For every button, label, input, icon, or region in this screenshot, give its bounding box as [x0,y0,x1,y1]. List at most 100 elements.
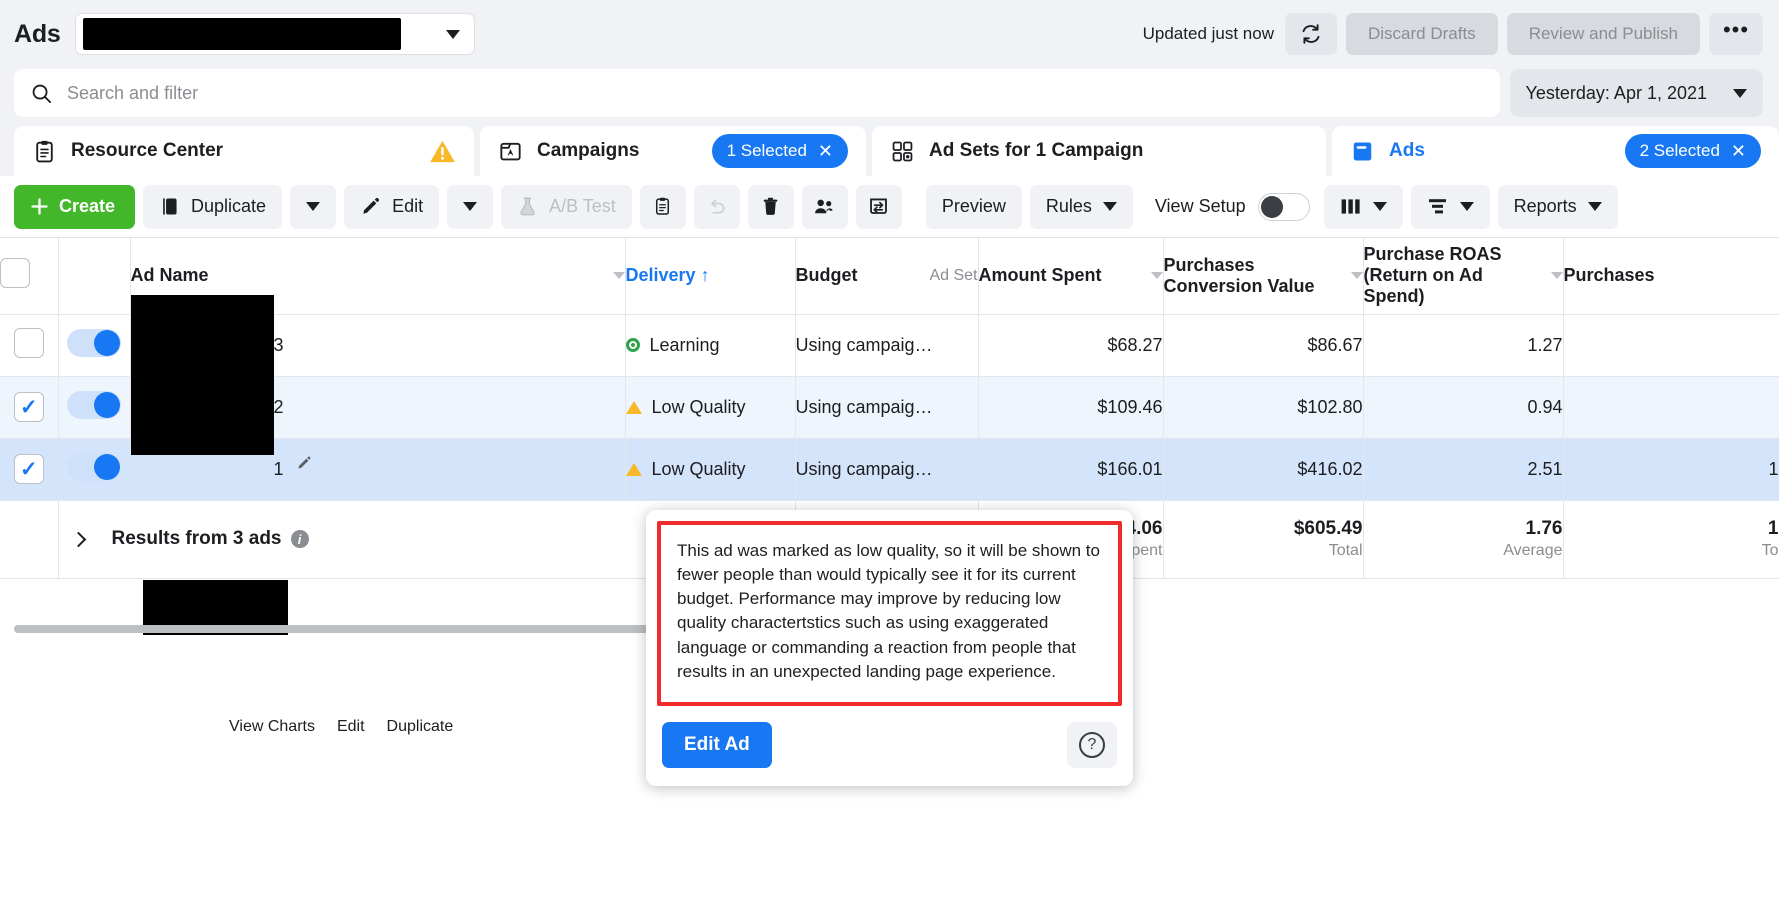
results-summary-label: Results from 3 ads [112,528,282,550]
edit-dropdown-button[interactable] [447,185,493,229]
delivery-cell: Low Quality [625,376,795,438]
col-header-amount-spent[interactable]: Amount Spent [978,238,1163,314]
totals-purchases-conversion-value-cell: $605.49 Total [1163,500,1363,578]
trash-icon [760,196,781,217]
ads-selected-badge[interactable]: 2 Selected ✕ [1625,134,1761,168]
date-range-value: Yesterday: Apr 1, 2021 [1526,83,1707,104]
delivery-cell: Learning [625,314,795,376]
preview-button[interactable]: Preview [926,185,1022,229]
pencil-icon[interactable] [296,455,312,471]
row-checkbox[interactable] [14,328,44,358]
chevron-down-icon[interactable] [1351,272,1363,279]
view-charts-link[interactable]: View Charts [229,718,315,736]
budget-value: Using campaig… [796,397,933,417]
audience-export-button[interactable] [802,185,848,229]
copy-icon [159,196,180,217]
table-row[interactable]: 3 Learning Using campaig… $68.27 $86.67 … [0,314,1779,376]
status-toggle-header [58,238,130,314]
duplicate-button[interactable]: Duplicate [143,185,282,229]
duplicate-dropdown-button[interactable] [290,185,336,229]
totals-select-cell [0,500,58,578]
clipboard-button[interactable] [640,185,686,229]
row-select-cell[interactable]: ✓ [0,376,58,438]
ad-name-cell[interactable]: 3 [130,314,625,376]
review-and-publish-button[interactable]: Review and Publish [1507,13,1700,55]
col-header-budget[interactable]: Budget Ad Set [795,238,978,314]
tab-ad-sets[interactable]: Ad Sets for 1 Campaign [872,126,1326,176]
amount-spent-cell: $68.27 [978,314,1163,376]
ad-name-cell[interactable]: 1 [130,438,625,500]
rules-button[interactable]: Rules [1030,185,1133,229]
create-button[interactable]: Create [14,185,135,229]
chevron-down-icon[interactable] [1151,272,1163,279]
ad-status-toggle[interactable] [67,453,121,481]
edit-link[interactable]: Edit [337,718,365,736]
row-checkbox[interactable]: ✓ [14,392,44,422]
budget-value: Using campaig… [796,459,933,479]
chevron-down-icon [1588,202,1602,211]
amount-spent-cell: $109.46 [978,376,1163,438]
tab-campaigns[interactable]: Campaigns 1 Selected ✕ [480,126,866,176]
chevron-right-icon[interactable] [70,531,86,547]
purchases-cell [1563,376,1779,438]
col-header-purchase-roas[interactable]: Purchase ROAS (Return on Ad Spend) [1363,238,1563,314]
ab-test-label: A/B Test [549,196,616,217]
totals-roas-sub: Average [1503,542,1562,560]
info-icon[interactable]: i [291,530,309,548]
delete-button[interactable] [748,185,794,229]
export-button[interactable] [856,185,902,229]
more-options-button[interactable]: ••• [1709,13,1763,55]
search-input[interactable]: Search and filter [14,69,1500,117]
reports-button[interactable]: Reports [1498,185,1618,229]
duplicate-label: Duplicate [191,196,266,217]
totals-roas-value: 1.76 [1526,518,1563,540]
horizontal-scrollbar[interactable] [14,625,654,633]
reports-label: Reports [1514,196,1577,217]
ad-name-cell[interactable]: 2 [130,376,625,438]
columns-button[interactable] [1324,185,1403,229]
ad-status-toggle[interactable] [67,391,121,419]
date-range-picker[interactable]: Yesterday: Apr 1, 2021 [1510,69,1763,117]
discard-drafts-button[interactable]: Discard Drafts [1346,13,1498,55]
edit-ad-button[interactable]: Edit Ad [662,722,772,768]
help-button[interactable]: ? [1067,722,1117,768]
table-row[interactable]: ✓ 1 L [0,438,1779,500]
table-row[interactable]: ✓ 2 Low Quality [0,376,1779,438]
chevron-down-icon [306,202,320,211]
breakdown-button[interactable] [1411,185,1490,229]
close-icon[interactable]: ✕ [818,142,833,160]
select-all-checkbox[interactable] [0,258,30,288]
col-header-delivery[interactable]: Delivery ↑ [625,238,795,314]
undo-button[interactable] [694,185,740,229]
delivery-cell[interactable]: Low Quality [625,438,795,500]
campaigns-selected-badge[interactable]: 1 Selected ✕ [712,134,848,168]
row-status-cell[interactable] [58,438,130,500]
col-header-purchases-conversion-value[interactable]: Purchases Conversion Value [1163,238,1363,314]
ab-test-button[interactable]: A/B Test [501,185,632,229]
account-selector[interactable] [75,13,475,55]
col-header-purchases[interactable]: Purchases [1563,238,1779,314]
chevron-down-icon[interactable] [1551,272,1563,279]
search-placeholder: Search and filter [67,83,198,104]
low-quality-warning-icon[interactable] [626,463,642,476]
row-select-cell[interactable] [0,314,58,376]
row-select-cell[interactable]: ✓ [0,438,58,500]
close-icon[interactable]: ✕ [1731,142,1746,160]
duplicate-link[interactable]: Duplicate [387,718,454,736]
delivery-status-label: Low Quality [652,459,746,480]
row-checkbox[interactable]: ✓ [14,454,44,484]
edit-button[interactable]: Edit [344,185,439,229]
row-status-cell[interactable] [58,376,130,438]
chevron-down-icon[interactable] [613,272,625,279]
refresh-button[interactable] [1285,13,1337,55]
ad-status-toggle[interactable] [67,329,121,357]
budget-cell: Using campaig… [795,438,978,500]
col-label: Delivery [626,265,696,286]
tab-resource-center[interactable]: Resource Center [14,126,474,176]
row-status-cell[interactable] [58,314,130,376]
view-setup-toggle[interactable] [1258,193,1310,221]
export-arrows-icon [867,195,890,218]
delivery-status-label: Learning [650,335,720,356]
tab-ads[interactable]: Ads 2 Selected ✕ [1332,126,1779,176]
chevron-down-icon [1733,89,1747,98]
